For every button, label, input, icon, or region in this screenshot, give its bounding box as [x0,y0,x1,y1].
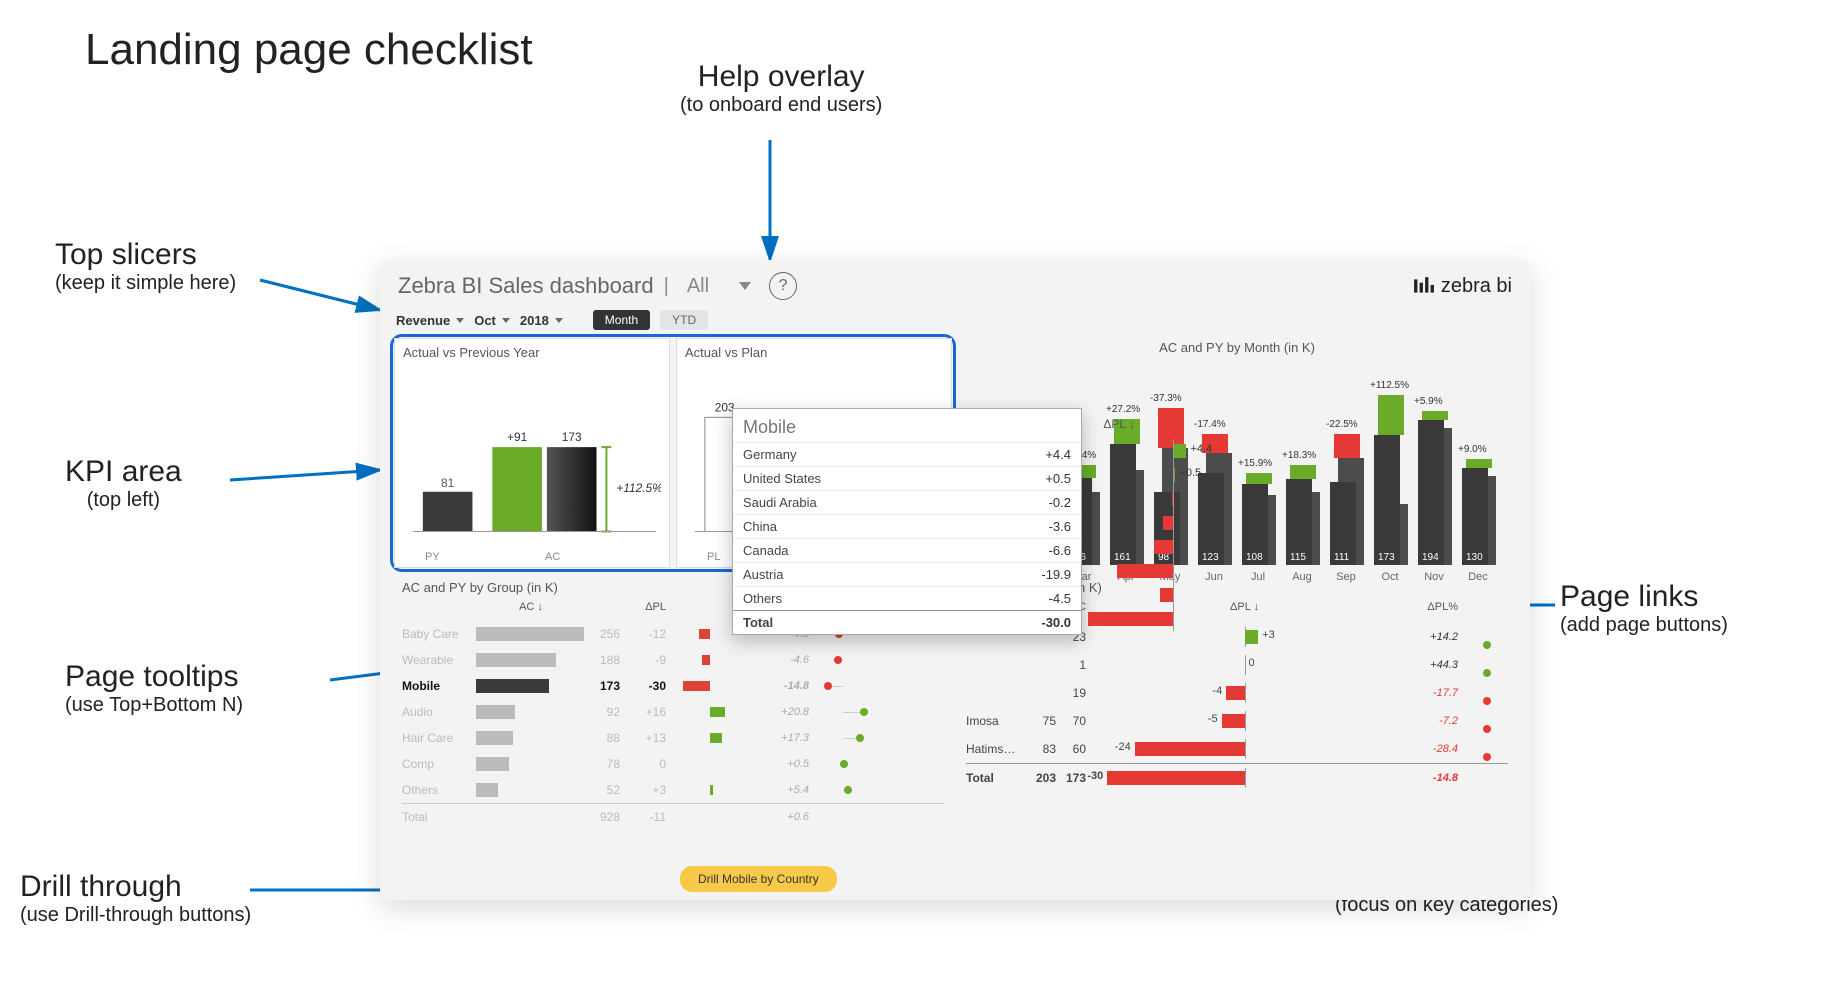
group-row[interactable]: Others52+3+5.4 [402,777,944,803]
product-row-total: Total203173-30-14.8 [966,763,1508,791]
group-row[interactable]: Hair Care88+13+17.3 [402,725,944,751]
monthly-title: AC and PY by Month (in K) [958,338,1516,359]
page-tooltip-popup: Mobile ΔPL ↓ Germany+4.4United States+0.… [732,408,1082,635]
tooltip-hdr: ΔPL ↓ [1103,417,1135,431]
callout-title: Page links [1560,580,1728,614]
axis-pl: PL [707,551,720,563]
brand-text: zebra bi [1441,275,1512,298]
group-row[interactable]: Audio92+16+20.8 [402,699,944,725]
slicer-month[interactable]: Oct [474,313,510,328]
product-row[interactable]: 10+44.3 [966,651,1508,679]
dashboard-header: Zebra BI Sales dashboard | All ? zebra b… [394,270,1516,304]
drill-through-button[interactable]: Drill Mobile by Country [680,866,837,892]
svg-text:81: 81 [441,476,455,490]
kpi-actual-vs-py[interactable]: Actual vs Previous Year 81 +91 [394,338,670,568]
callout-title: Top slicers [55,238,236,272]
slicer-measure[interactable]: Revenue [396,313,464,328]
help-button[interactable]: ? [769,272,797,300]
zebra-icon [1413,275,1435,297]
dashboard-card: Zebra BI Sales dashboard | All ? zebra b… [380,260,1530,900]
callout-subtitle: (use Drill-through buttons) [20,904,251,927]
callout-subtitle: (to onboard end users) [680,94,882,117]
tooltip-row: United States+0.5 [733,466,1081,490]
svg-text:+112.5%: +112.5% [616,481,661,495]
slicer-year[interactable]: 2018 [520,313,563,328]
tooltip-row-total: Total-30.0 [733,610,1081,634]
slicer-label: Revenue [396,313,450,328]
product-row[interactable]: Hatims…8360-24-28.4 [966,735,1508,763]
callout-title: Help overlay [680,60,882,94]
chevron-down-icon [456,318,464,323]
segment-month[interactable]: Month [593,310,650,330]
callout-help-overlay: Help overlay (to onboard end users) [680,60,882,117]
group-row[interactable]: Wearable188-9-4.6 [402,647,944,673]
group-row[interactable]: Comp780+0.5 [402,751,944,777]
axis-ac: AC [545,551,560,563]
svg-text:+91: +91 [507,430,528,444]
hdr-dplp: ΔPL% [1403,601,1458,621]
callout-drill-through: Drill through (use Drill-through buttons… [20,870,251,927]
callout-subtitle: (add page buttons) [1560,614,1728,637]
kpi-title: Actual vs Plan [685,345,943,360]
tooltip-row: Canada-6.6 [733,538,1081,562]
hdr-ac: AC ↓ [476,601,586,619]
callout-subtitle: (keep it simple here) [55,272,236,295]
slide-title: Landing page checklist [85,25,533,75]
tooltip-row: China-3.6 [733,514,1081,538]
callout-title: Page tooltips [65,660,243,694]
callout-subtitle: (top left) [65,489,182,512]
hdr-dpl: ΔPL [624,601,666,619]
tooltip-row: Germany+4.4 [733,442,1081,466]
axis-py: PY [425,551,440,563]
callout-title: Drill through [20,870,251,904]
callout-top-slicers: Top slicers (keep it simple here) [55,238,236,295]
group-row-total: Total928-11+0.6 [402,803,944,829]
tooltip-row: Saudi Arabia-0.2 [733,490,1081,514]
chevron-down-icon [739,282,751,290]
tooltip-title: Mobile [733,409,1081,442]
kpi-apy-chart: 81 +91 173 [403,364,661,560]
callout-title: KPI area [65,455,182,489]
product-row[interactable]: 19-4-17.7 [966,679,1508,707]
tooltip-row: Others-4.5 [733,586,1081,610]
callout-page-tooltips: Page tooltips (use Top+Bottom N) [65,660,243,717]
slicer-row: Revenue Oct 2018 Month YTD [394,304,1516,338]
svg-text:173: 173 [562,430,582,444]
kpi-title: Actual vs Previous Year [403,345,661,360]
group-row[interactable]: Mobile173-30-14.8 [402,673,944,699]
separator: | [664,275,669,298]
product-row[interactable]: Imosa7570-5-7.2 [966,707,1508,735]
callout-page-links: Page links (add page buttons) [1560,580,1728,637]
callout-subtitle: (use Top+Bottom N) [65,694,243,717]
tooltip-bars: +4.4+0.5 [1083,439,1263,631]
callout-kpi-area: KPI area (top left) [65,455,182,512]
dashboard-title: Zebra BI Sales dashboard [398,273,654,299]
dropdown-label: All [687,275,709,298]
bu-dropdown[interactable]: All [679,275,759,298]
slicer-label: Oct [474,313,496,328]
chevron-down-icon [555,318,563,323]
segment-ytd[interactable]: YTD [660,310,708,330]
tooltip-row: Austria-19.9 [733,562,1081,586]
slicer-label: 2018 [520,313,549,328]
brand-logo: zebra bi [1413,275,1512,298]
chevron-down-icon [502,318,510,323]
